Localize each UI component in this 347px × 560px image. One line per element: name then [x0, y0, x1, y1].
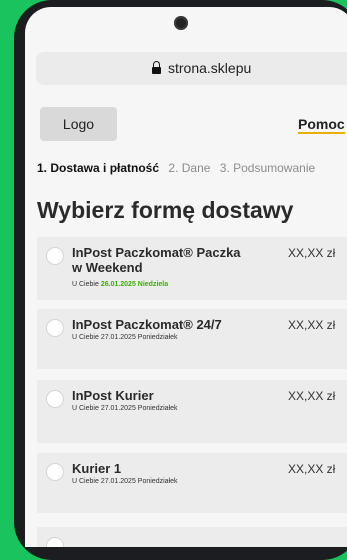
delivery-option-inpost-courier[interactable]: InPost Kurier U Ciebie 27.01.2025 Ponied… — [37, 380, 347, 443]
phone-screen: strona.sklepu ↻ Logo Pomoc 1. Dostawa i … — [25, 7, 347, 547]
delivery-option-inpost-247[interactable]: InPost Paczkomat® 24/7 U Ciebie 27.01.20… — [37, 309, 347, 369]
logo-placeholder[interactable]: Logo — [40, 107, 117, 141]
radio-button[interactable] — [46, 463, 64, 481]
option-delivery-date: U Ciebie 27.01.2025 Poniedziałek — [72, 334, 178, 341]
option-price: XX,XX zł — [288, 462, 336, 476]
highlighted-date: 26.01.2025 Niedziela — [100, 281, 169, 288]
option-price: XX,XX zł — [288, 389, 336, 403]
option-delivery-date: U Ciebie 27.01.2025 Poniedziałek — [72, 478, 178, 485]
option-name: InPost Kurier — [72, 388, 154, 403]
camera-icon — [174, 16, 188, 30]
option-name: Kurier 1 — [72, 461, 122, 476]
delivery-option-courier-1[interactable]: Kurier 1 U Ciebie 27.01.2025 Poniedziałe… — [37, 453, 347, 513]
option-price: XX,XX zł — [288, 318, 336, 332]
option-price: XX,XX zł — [288, 246, 336, 260]
delivery-option-partial[interactable] — [37, 527, 347, 547]
radio-button[interactable] — [46, 319, 64, 337]
option-name: InPost Paczkomat® Paczka w Weekend — [72, 245, 241, 275]
help-link[interactable]: Pomoc — [298, 116, 345, 134]
page-title: Wybierz formę dostawy — [37, 197, 294, 223]
option-delivery-date: U Ciebie 27.01.2025 Poniedziałek — [72, 405, 178, 412]
lock-icon — [152, 61, 161, 74]
radio-button[interactable] — [46, 247, 64, 265]
delivery-option-inpost-weekend[interactable]: InPost Paczkomat® Paczka w Weekend U Cie… — [37, 237, 347, 300]
step-details[interactable]: 2. Dane — [168, 161, 210, 175]
url-text: strona.sklepu — [168, 60, 252, 76]
address-bar[interactable]: strona.sklepu ↻ — [36, 52, 347, 85]
step-delivery-payment[interactable]: 1. Dostawa i płatność — [37, 161, 159, 175]
option-delivery-date: U Ciebie 26.01.2025 Niedziela — [72, 281, 169, 288]
checkout-steps: 1. Dostawa i płatność 2. Dane 3. Podsumo… — [37, 161, 321, 175]
step-summary[interactable]: 3. Podsumowanie — [220, 161, 315, 175]
radio-button[interactable] — [46, 390, 64, 408]
option-name: InPost Paczkomat® 24/7 — [72, 317, 222, 332]
